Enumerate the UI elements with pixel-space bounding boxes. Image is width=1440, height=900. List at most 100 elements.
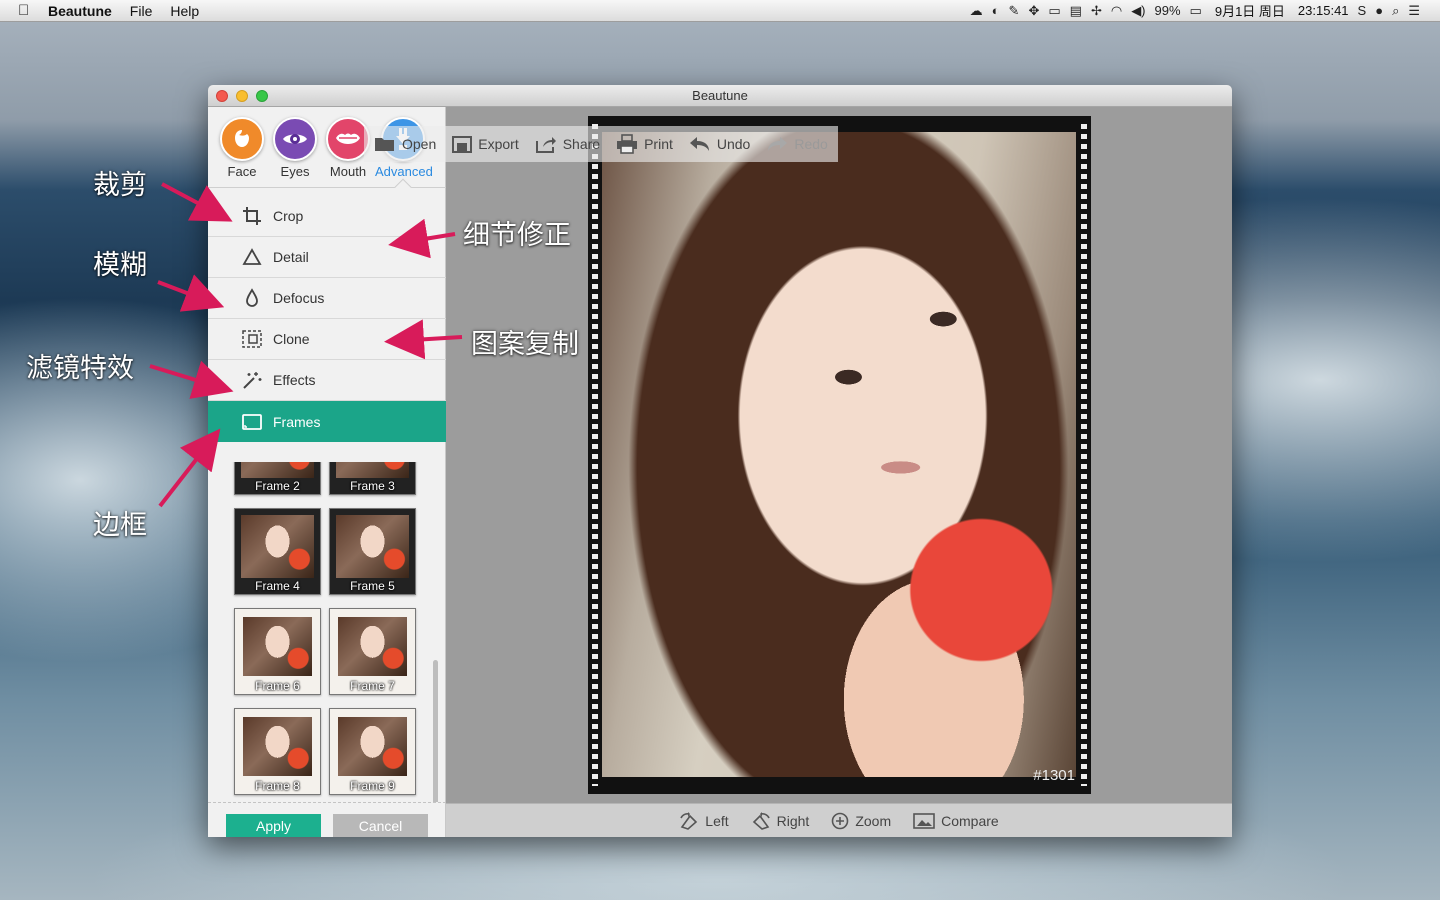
frames-gallery: Frame 2 Frame 3 Frame 4 Frame 5 Frame 6 … <box>208 462 446 802</box>
frame-thumb-8[interactable]: Frame 8 <box>234 708 321 795</box>
frame-thumb-6[interactable]: Frame 6 <box>234 608 321 695</box>
photo-toolbar: Open Export Share Print Undo Redo <box>364 126 838 162</box>
zoom-button[interactable]: Zoom <box>831 812 891 830</box>
crop-icon <box>241 205 263 227</box>
share-button[interactable]: Share <box>535 135 600 153</box>
tool-frames[interactable]: Frames <box>208 401 446 442</box>
window-titlebar[interactable]: Beautune <box>208 85 1232 107</box>
zoom-icon <box>832 812 849 829</box>
tab-face-label: Face <box>227 164 257 179</box>
bluetooth-icon[interactable]: ✢ <box>1091 3 1102 19</box>
undo-button[interactable]: Undo <box>689 136 750 152</box>
export-icon <box>452 136 473 153</box>
tool-detail[interactable]: Detail <box>208 237 446 278</box>
redo-button[interactable]: Redo <box>766 136 828 152</box>
print-button[interactable]: Print <box>616 134 673 154</box>
window-zoom-button[interactable] <box>256 90 268 102</box>
airplay-icon[interactable]: ▭ <box>1048 3 1060 19</box>
cloud-icon[interactable]: ☁ <box>970 3 983 19</box>
open-button[interactable]: Open <box>374 136 436 152</box>
battery-icon[interactable]: ▭ <box>1190 3 1202 19</box>
frames-scrollbar[interactable] <box>433 660 438 802</box>
dropbox-icon[interactable]: ✥ <box>1028 3 1039 19</box>
frame-thumb-9[interactable]: Frame 9 <box>329 708 416 795</box>
cancel-button[interactable]: Cancel <box>333 814 428 837</box>
edited-photo[interactable] <box>602 132 1076 777</box>
frame-label: Frame 9 <box>350 779 395 793</box>
apple-icon[interactable]:  <box>18 2 48 19</box>
tab-eyes[interactable]: Eyes <box>267 117 323 179</box>
sidebar: Face Eyes Mouth Advanced Crop Detail Def… <box>208 107 446 837</box>
annotation-detail: 细节修正 <box>463 220 571 251</box>
menubar-date[interactable]: 9月1日 周日 <box>1215 1 1285 20</box>
window-title: Beautune <box>692 88 748 103</box>
rotate-right-button[interactable]: Right <box>751 811 809 830</box>
tool-crop[interactable]: Crop <box>208 196 446 237</box>
tool-effects[interactable]: Effects <box>208 360 446 401</box>
toggle-icon[interactable]: ◐ <box>992 3 1000 18</box>
arrow-frames <box>158 428 221 508</box>
zoom-label: Zoom <box>855 812 892 829</box>
app-window: Beautune Face Eyes Mouth Advanced Crop D… <box>208 85 1232 837</box>
rotate-right-icon <box>752 811 770 830</box>
annotation-effects: 滤镜特效 <box>26 353 134 384</box>
frame-preview-photo <box>338 617 407 676</box>
annotation-crop: 裁剪 <box>93 170 147 201</box>
frame-thumb-4[interactable]: Frame 4 <box>234 508 321 595</box>
evernote-icon[interactable]: ✎ <box>1009 3 1020 19</box>
print-label: Print <box>644 136 673 152</box>
drop-icon <box>241 287 263 309</box>
annotation-defocus: 模糊 <box>93 250 147 281</box>
tool-defocus[interactable]: Defocus <box>208 278 446 319</box>
annotation-clone: 图案复制 <box>471 329 579 360</box>
user-icon[interactable]: ● <box>1375 3 1383 18</box>
wifi-icon[interactable]: ◠ <box>1111 3 1122 19</box>
frame-thumb-7[interactable]: Frame 7 <box>329 608 416 695</box>
window-minimize-button[interactable] <box>236 90 248 102</box>
apply-button[interactable]: Apply <box>226 814 321 837</box>
frame-preview-photo <box>336 515 409 578</box>
eye-icon <box>273 117 317 161</box>
film-frame: #1301 <box>588 116 1091 794</box>
menu-bar:  Beautune File Help ☁ ◐ ✎ ✥ ▭ ▤ ✢ ◠ ◀) … <box>0 0 1440 22</box>
window-close-button[interactable] <box>216 90 228 102</box>
tool-effects-label: Effects <box>273 372 316 388</box>
rotate-left-icon <box>680 811 698 830</box>
tab-face[interactable]: Face <box>214 117 270 179</box>
annotation-frames: 边框 <box>93 510 147 541</box>
menu-help[interactable]: Help <box>170 3 199 19</box>
tool-clone[interactable]: Clone <box>208 319 446 360</box>
compare-label: Compare <box>941 812 999 829</box>
frame-label: Frame 7 <box>350 679 395 693</box>
frame-icon <box>241 411 263 433</box>
tool-frames-label: Frames <box>273 413 321 430</box>
triangle-icon <box>241 246 263 268</box>
share-icon <box>535 137 556 153</box>
frame-thumb-2[interactable]: Frame 2 <box>234 462 321 495</box>
tab-eyes-label: Eyes <box>280 164 310 179</box>
menubar-time[interactable]: 23:15:41 <box>1298 3 1349 18</box>
menu-app-name[interactable]: Beautune <box>48 3 112 19</box>
tool-detail-label: Detail <box>273 249 309 265</box>
clone-icon <box>241 328 263 350</box>
frame-thumb-5[interactable]: Frame 5 <box>329 508 416 595</box>
volume-icon[interactable]: ◀) <box>1131 3 1145 19</box>
export-label: Export <box>478 136 519 152</box>
frame-preview-photo <box>243 617 312 676</box>
frame-preview-photo <box>336 462 409 478</box>
input-method-icon[interactable]: S <box>1358 3 1367 18</box>
frame-label: Frame 2 <box>255 479 300 493</box>
tab-mouth-label: Mouth <box>329 164 367 179</box>
menu-file[interactable]: File <box>130 3 153 19</box>
spotlight-icon[interactable]: ⌕ <box>1392 3 1399 19</box>
view-toolbar: Left Right Zoom Compare <box>446 803 1232 837</box>
printer-icon <box>617 134 638 154</box>
notification-center-icon[interactable]: ☰ <box>1408 3 1420 19</box>
frame-thumb-3[interactable]: Frame 3 <box>329 462 416 495</box>
battery-percent[interactable]: 99% <box>1155 3 1181 18</box>
rotate-left-button[interactable]: Left <box>679 811 729 830</box>
compare-button[interactable]: Compare <box>913 813 999 829</box>
export-button[interactable]: Export <box>452 135 519 153</box>
keyboard-icon[interactable]: ▤ <box>1070 3 1082 19</box>
undo-icon <box>689 137 709 151</box>
